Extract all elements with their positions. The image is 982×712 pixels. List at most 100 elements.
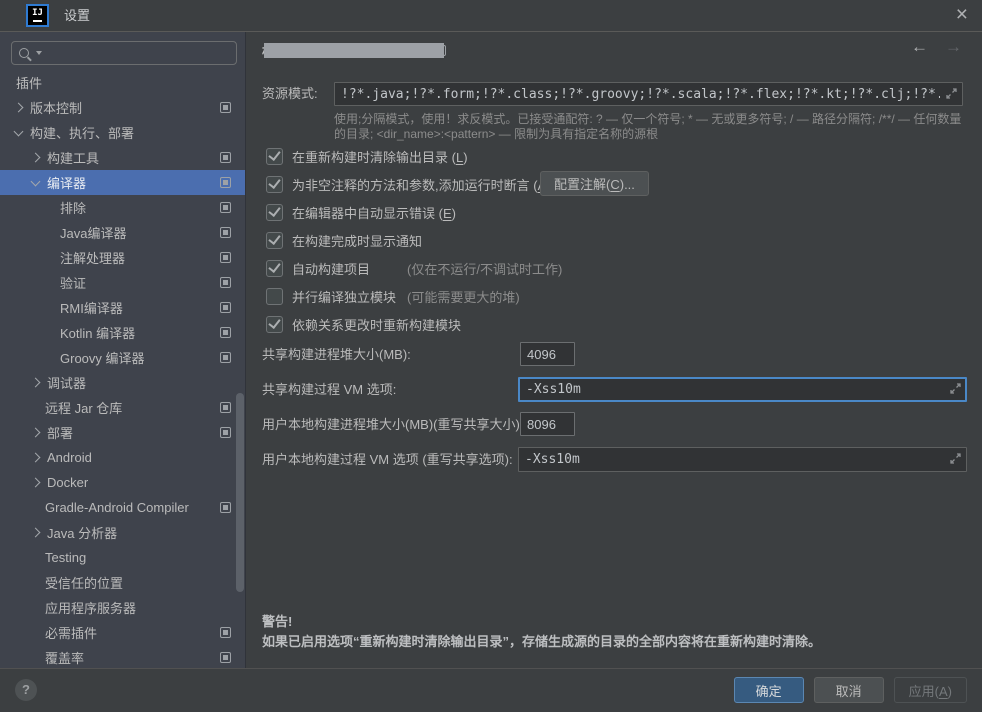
warning-text: 如果已启用选项“重新构建时清除输出目录”，存储生成源的目录的全部内容将在重新构建… — [262, 632, 821, 652]
sidebar-item-2[interactable]: 构建、执行、部署 — [0, 120, 245, 145]
user-local-heap-size-input[interactable] — [520, 412, 575, 436]
field-label: 用户本地构建进程堆大小(MB)(重写共享大小): — [262, 417, 523, 432]
sidebar-item-3[interactable]: 构建工具 — [0, 145, 245, 170]
logo-underscore — [33, 20, 42, 22]
sidebar-item-20[interactable]: 受信任的位置 — [0, 570, 245, 595]
warning-title: 警告! — [262, 612, 821, 632]
sidebar-item-16[interactable]: Docker — [0, 470, 245, 495]
resource-patterns-input[interactable] — [334, 82, 963, 106]
field-input-wrap — [520, 412, 575, 436]
search-input[interactable] — [11, 41, 237, 65]
expand-field-icon[interactable] — [949, 452, 962, 465]
resource-patterns-help: 使用;分隔模式，使用！求反模式。已接受通配符: ? — 仅一个符号; * — 无… — [334, 112, 967, 142]
checkbox-row-3: 在构建完成时显示通知 — [266, 228, 966, 252]
sidebar-item-label: 部署 — [47, 423, 73, 442]
shared-build-heap-size-input[interactable] — [520, 342, 575, 366]
sidebar-item-0[interactable]: 插件 — [0, 70, 245, 95]
settings-page-icon — [220, 302, 231, 313]
sidebar-item-13[interactable]: 远程 Jar 仓库 — [0, 395, 245, 420]
chevron-right-icon[interactable] — [14, 103, 24, 113]
shared-build-vm-options-input[interactable] — [518, 377, 967, 402]
expand-field-icon[interactable] — [945, 87, 958, 100]
sidebar-item-12[interactable]: 调试器 — [0, 370, 245, 395]
compiler-settings-panel: 构建、执行、部署 › 编译器 ← → 资源模式: 使用;分隔模式，使用！求反模式… — [246, 32, 982, 668]
close-icon[interactable]: × — [956, 0, 968, 29]
sidebar-item-4[interactable]: 编译器 — [0, 170, 245, 195]
sidebar-item-21[interactable]: 应用程序服务器 — [0, 595, 245, 620]
settings-page-icon — [220, 502, 231, 513]
chevron-right-icon[interactable] — [31, 528, 41, 538]
chevron-right-icon[interactable] — [31, 478, 41, 488]
checkbox-label: 在重新构建时清除输出目录 (L) — [292, 147, 468, 166]
sidebar-item-label: Kotlin 编译器 — [60, 323, 135, 342]
chevron-right-icon[interactable] — [31, 153, 41, 163]
sidebar-item-6[interactable]: Java编译器 — [0, 220, 245, 245]
sidebar-item-7[interactable]: 注解处理器 — [0, 245, 245, 270]
chevron-down-icon[interactable] — [31, 176, 41, 186]
checkbox-label: 为非空注释的方法和参数,添加运行时断言 (A) — [292, 175, 551, 194]
field-row-2: 用户本地构建进程堆大小(MB)(重写共享大小): — [262, 412, 966, 437]
checkbox[interactable] — [266, 232, 283, 249]
sidebar-item-label: Java编译器 — [60, 223, 126, 242]
checkbox[interactable] — [266, 176, 283, 193]
window-title: 设置 — [64, 0, 90, 31]
search-options-caret-icon[interactable] — [36, 51, 42, 55]
settings-tree: 插件版本控制构建、执行、部署构建工具编译器排除 Java编译器注解处理器验证 RMI… — [0, 70, 245, 668]
field-label: 共享构建过程 VM 选项: — [262, 382, 396, 397]
settings-page-icon — [220, 652, 231, 663]
help-icon[interactable]: ? — [15, 679, 37, 701]
checkbox[interactable] — [266, 148, 283, 165]
checkbox-row-0: 在重新构建时清除输出目录 (L) — [266, 144, 966, 168]
sidebar-item-11[interactable]: Groovy 编译器 — [0, 345, 245, 370]
sidebar-item-22[interactable]: 必需插件 — [0, 620, 245, 645]
user-local-vm-options-input[interactable] — [518, 447, 967, 472]
apply-button[interactable]: 应用(A) — [894, 677, 967, 703]
sidebar-item-label: 版本控制 — [30, 98, 82, 117]
sidebar-item-8[interactable]: 验证 — [0, 270, 245, 295]
chevron-right-icon[interactable] — [31, 378, 41, 388]
field-row-3: 用户本地构建过程 VM 选项 (重写共享选项): — [262, 447, 966, 472]
checkbox[interactable] — [266, 204, 283, 221]
sidebar-item-label: 调试器 — [47, 373, 86, 392]
history-nav: ← → — [911, 37, 962, 57]
settings-page-icon — [220, 227, 231, 238]
sidebar-item-15[interactable]: Android — [0, 445, 245, 470]
ok-button[interactable]: 确定 — [734, 677, 804, 703]
sidebar-item-23[interactable]: 覆盖率 — [0, 645, 245, 668]
chevron-right-icon[interactable] — [31, 453, 41, 463]
checkbox[interactable] — [266, 288, 283, 305]
sidebar-item-5[interactable]: 排除 — [0, 195, 245, 220]
forward-arrow-icon[interactable]: → — [945, 37, 962, 57]
checkbox-comment: (可能需要更大的堆) — [407, 287, 520, 306]
sidebar-item-label: Groovy 编译器 — [60, 348, 145, 367]
checkbox-row-2: 在编辑器中自动显示错误 (E) — [266, 200, 966, 224]
build-process-fields: 共享构建进程堆大小(MB):共享构建过程 VM 选项:用户本地构建进程堆大小(M… — [262, 342, 966, 482]
expand-field-icon[interactable] — [949, 382, 962, 395]
configure-annotations-button[interactable]: 配置注解(C)... — [540, 171, 649, 196]
sidebar-item-label: 注解处理器 — [60, 248, 125, 267]
checkbox[interactable] — [266, 260, 283, 277]
sidebar-item-label: 编译器 — [47, 173, 86, 192]
settings-page-icon — [220, 252, 231, 263]
back-arrow-icon[interactable]: ← — [911, 37, 928, 57]
sidebar-item-14[interactable]: 部署 — [0, 420, 245, 445]
sidebar-item-18[interactable]: Java 分析器 — [0, 520, 245, 545]
chevron-right-icon[interactable] — [31, 428, 41, 438]
checkbox-row-6: 依赖关系更改时重新构建模块 — [266, 312, 966, 336]
footer-buttons: 确定 取消 应用(A) — [734, 677, 967, 703]
sidebar-item-9[interactable]: RMI编译器 — [0, 295, 245, 320]
sidebar-item-label: 应用程序服务器 — [45, 598, 136, 617]
sidebar-item-19[interactable]: Testing — [0, 545, 245, 570]
logo-text: IJ — [32, 9, 43, 18]
sidebar-item-17[interactable]: Gradle-Android Compiler — [0, 495, 245, 520]
chevron-down-icon[interactable] — [14, 126, 24, 136]
sidebar-item-1[interactable]: 版本控制 — [0, 95, 245, 120]
cancel-button[interactable]: 取消 — [814, 677, 884, 703]
sidebar-item-label: 验证 — [60, 273, 86, 292]
search-icon — [19, 48, 29, 58]
checkbox[interactable] — [266, 316, 283, 333]
sidebar-scrollbar[interactable] — [236, 393, 244, 592]
sidebar-item-label: 排除 — [60, 198, 86, 217]
sidebar-item-10[interactable]: Kotlin 编译器 — [0, 320, 245, 345]
settings-page-icon — [220, 427, 231, 438]
